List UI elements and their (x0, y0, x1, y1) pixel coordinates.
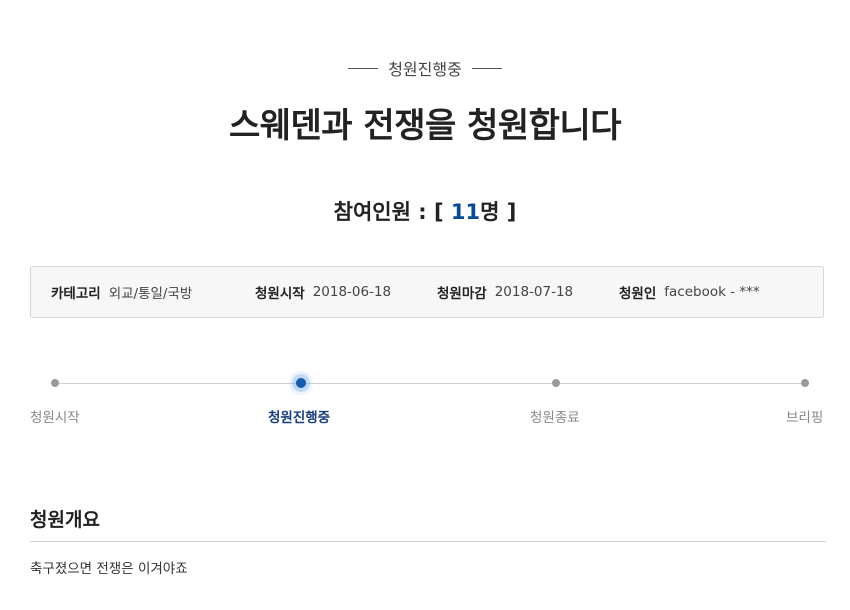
info-category-label: 카테고리 (51, 286, 101, 302)
info-end-label: 청원마감 (437, 286, 487, 302)
progress-track (55, 383, 806, 384)
participants-suffix: 명 ] (480, 200, 517, 224)
petition-info-box: 카테고리 외교/통일/국방 청원시작 2018-06-18 청원마감 2018-… (30, 266, 824, 318)
info-start-value: 2018-06-18 (312, 284, 392, 300)
info-author: 청원인 facebook - *** (619, 267, 760, 317)
overview-divider (30, 541, 826, 542)
progress-dot-ended (552, 379, 560, 387)
petition-progress: 청원시작 청원진행중 청원종료 브리핑 (30, 370, 826, 430)
info-start: 청원시작 2018-06-18 (255, 267, 391, 317)
participants-prefix: 참여인원 : [ (333, 200, 451, 224)
step-label-briefing: 브리핑 (786, 410, 824, 426)
step-label-ended: 청원종료 (530, 410, 580, 426)
progress-dot-start (51, 379, 59, 387)
info-category-value: 외교/통일/국방 (108, 286, 193, 302)
info-end-value: 2018-07-18 (494, 284, 574, 300)
petition-title: 스웨덴과 전쟁을 청원합니다 (228, 106, 622, 146)
overview-body: 축구졌으면 전쟁은 이겨야죠 (30, 561, 188, 577)
status-label: 청원진행중 (388, 60, 462, 79)
participants-number: 11 (450, 200, 481, 224)
info-category: 카테고리 외교/통일/국방 (51, 267, 192, 317)
status-line-left (348, 67, 379, 69)
status-line-right (471, 67, 502, 69)
info-author-label: 청원인 (619, 286, 657, 302)
step-label-start: 청원시작 (30, 410, 80, 426)
info-start-label: 청원시작 (255, 286, 305, 302)
progress-dot-ongoing (296, 378, 306, 388)
info-end: 청원마감 2018-07-18 (437, 267, 573, 317)
step-label-ongoing: 청원진행중 (268, 410, 331, 426)
info-author-value: facebook - *** (664, 284, 760, 300)
overview-title: 청원개요 (30, 509, 100, 531)
participants-count: 참여인원 : [ 11명 ] (0, 196, 850, 226)
status-header: 청원진행중 (0, 56, 850, 80)
progress-dot-briefing (801, 379, 809, 387)
